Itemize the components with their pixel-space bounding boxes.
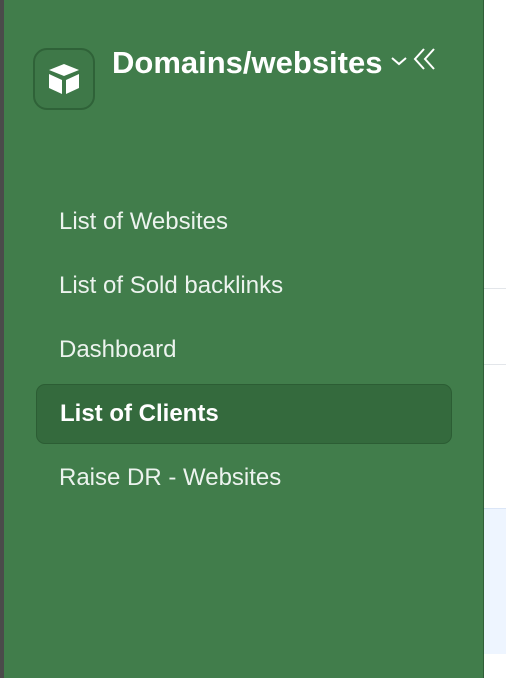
main-content-edge bbox=[484, 0, 506, 678]
sidebar-item-list-of-websites[interactable]: List of Websites bbox=[36, 192, 452, 252]
sidebar-item-label: List of Sold backlinks bbox=[59, 272, 284, 299]
app-logo[interactable] bbox=[33, 48, 95, 110]
chevron-down-icon[interactable] bbox=[390, 55, 408, 67]
divider bbox=[484, 288, 506, 289]
sidebar-item-label: List of Clients bbox=[60, 400, 219, 427]
sidebar-item-label: Dashboard bbox=[59, 336, 177, 363]
app-title-text: Domains/websites bbox=[112, 45, 383, 80]
sidebar-item-label: List of Websites bbox=[59, 208, 228, 235]
sidebar-item-list-of-sold-backlinks[interactable]: List of Sold backlinks bbox=[36, 256, 452, 316]
sidebar: Domains/websites List of Websites List o… bbox=[4, 0, 484, 678]
divider bbox=[484, 364, 506, 365]
highlighted-row bbox=[484, 508, 506, 654]
sidebar-item-list-of-clients[interactable]: List of Clients bbox=[36, 384, 452, 444]
double-chevron-left-icon bbox=[413, 48, 435, 70]
cube-logo-icon bbox=[49, 64, 79, 94]
sidebar-nav: List of Websites List of Sold backlinks … bbox=[36, 192, 452, 512]
sidebar-item-raise-dr-websites[interactable]: Raise DR - Websites bbox=[36, 448, 452, 508]
app-title[interactable]: Domains/websites bbox=[112, 38, 412, 88]
sidebar-item-dashboard[interactable]: Dashboard bbox=[36, 320, 452, 380]
collapse-sidebar-button[interactable] bbox=[409, 44, 439, 74]
sidebar-item-label: Raise DR - Websites bbox=[59, 464, 282, 491]
